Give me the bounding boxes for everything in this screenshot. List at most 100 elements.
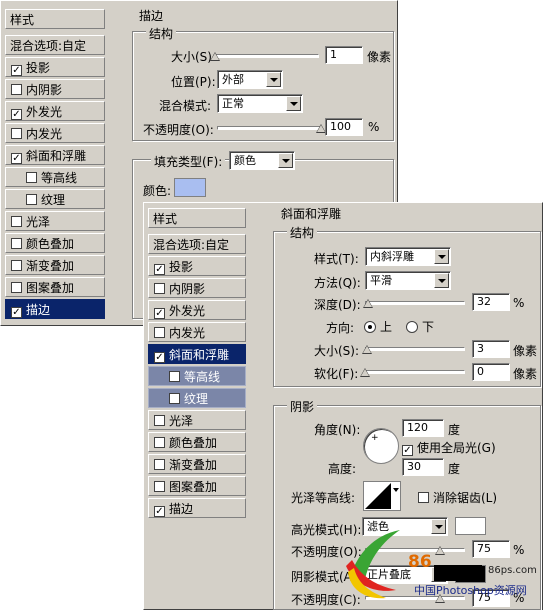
style-item[interactable]: ✓ 外发光 [148,300,246,320]
style-item[interactable]: ✓ 投影 [148,256,246,276]
stroke-size-slider[interactable] [210,49,319,63]
radio-button-icon [406,321,418,333]
style-item[interactable]: 等高线 [148,366,246,386]
slider-thumb[interactable] [360,368,370,377]
bevel-section-title: 斜面和浮雕 [281,207,342,221]
slider-thumb[interactable] [362,345,372,354]
style-item[interactable]: ✓ 斜面和浮雕 [5,145,105,165]
bevel-method-select[interactable]: 平滑 [365,271,451,290]
stroke-opacity-input[interactable]: 100 [325,118,363,136]
checkbox-icon[interactable] [11,128,22,139]
style-item[interactable]: 渐变叠加 [5,255,105,275]
checkbox-icon[interactable] [154,459,165,470]
bevel-soften-slider[interactable] [360,365,465,379]
style-item[interactable]: 纹理 [148,388,246,408]
direction-down-radio[interactable]: 下 [406,318,434,335]
style-item[interactable]: ✓ 描边 [5,299,105,319]
checkbox-icon[interactable] [11,260,22,271]
checkbox-icon[interactable] [169,393,180,404]
checkbox-icon[interactable] [154,415,165,426]
checkbox-icon[interactable] [26,172,37,183]
contour-curve-icon [365,483,391,509]
bevel-size-input[interactable]: 3 [472,340,510,358]
slider-track [365,347,465,351]
stroke-blend-select[interactable]: 正常 [217,94,303,113]
angle-label: 角度(N): [314,423,361,437]
bevel-structure-title: 结构 [287,224,318,241]
checkbox-icon[interactable] [154,327,165,338]
antialias-checkbox[interactable]: 消除锯齿(L) [418,489,497,506]
style-item[interactable]: 内发光 [5,123,105,143]
checkbox-icon[interactable] [154,437,165,448]
global-light-checkbox[interactable]: ✓ 使用全局光(G) [402,439,496,456]
checkbox-icon[interactable]: ✓ [154,264,165,275]
bevel-depth-input[interactable]: 32 [472,293,510,311]
angle-input[interactable]: 120 [402,419,444,437]
style-item-label: 颜色叠加 [26,237,75,251]
chevron-down-icon[interactable] [434,249,449,264]
checkbox-icon[interactable] [11,282,22,293]
style-item-label: 等高线 [184,370,221,384]
fill-type-select[interactable]: 颜色 [229,151,295,170]
checkbox-icon[interactable]: ✓ [11,153,22,164]
checkbox-icon[interactable]: ✓ [11,65,22,76]
chevron-down-icon[interactable] [393,488,399,492]
style-item[interactable]: 光泽 [148,410,246,430]
chevron-down-icon[interactable] [286,96,301,111]
angle-unit: 度 [448,423,461,437]
stroke-position-select[interactable]: 外部 [217,70,283,89]
stroke-size-input[interactable]: 1 [325,46,363,64]
checkbox-icon[interactable] [154,481,165,492]
style-item[interactable]: 渐变叠加 [148,454,246,474]
style-item[interactable]: 内发光 [148,322,246,342]
style-item[interactable]: 图案叠加 [5,277,105,297]
style-item[interactable]: 颜色叠加 [148,432,246,452]
style-item[interactable]: 颜色叠加 [5,233,105,253]
watermark-swirl-icon [346,530,400,599]
checkbox-icon[interactable]: ✓ [154,506,165,517]
angle-dial-icon[interactable]: + [363,428,399,464]
bevel-style-select[interactable]: 内斜浮雕 [365,247,451,266]
checkbox-icon[interactable] [169,371,180,382]
radio-label: 上 [380,320,393,334]
checkbox-icon[interactable] [154,283,165,294]
style-item[interactable]: 内阴影 [5,79,105,99]
bevel-size-slider[interactable] [362,342,465,356]
slider-thumb[interactable] [363,299,373,308]
checkbox-icon[interactable]: ✓ [11,109,22,120]
watermark-brand-number: 86 [408,552,432,572]
chevron-down-icon[interactable] [434,273,449,288]
style-item[interactable]: 内阴影 [148,278,246,298]
checkbox-icon[interactable]: ✓ [11,307,22,318]
style-item-label: 内发光 [169,326,206,340]
style-item[interactable]: ✓ 描边 [148,498,246,518]
style-item[interactable]: ✓ 斜面和浮雕 [148,344,246,364]
style-item[interactable]: 纹理 [5,189,105,209]
style-item[interactable]: ✓ 投影 [5,57,105,77]
direction-up-radio[interactable]: 上 [364,318,392,335]
bevel-soften-input[interactable]: 0 [472,363,510,381]
blend-options-item[interactable]: 混合选项:自定 [5,35,105,55]
bevel-depth-slider[interactable] [363,296,465,310]
style-item[interactable]: 光泽 [5,211,105,231]
styles-header[interactable]: 样式 [148,208,246,228]
style-item-label: 图案叠加 [169,480,218,494]
checkbox-icon[interactable] [11,84,22,95]
checkbox-icon[interactable] [11,216,22,227]
stroke-opacity-slider[interactable] [217,121,326,135]
chevron-down-icon[interactable] [278,153,293,168]
checkbox-icon[interactable] [26,194,37,205]
slider-thumb[interactable] [210,52,220,61]
style-item[interactable]: ✓ 外发光 [5,101,105,121]
gloss-contour-picker[interactable] [363,481,401,511]
altitude-input[interactable]: 30 [402,458,444,476]
stroke-color-swatch[interactable] [174,178,206,197]
checkbox-icon[interactable]: ✓ [154,308,165,319]
styles-header[interactable]: 样式 [5,9,105,29]
style-item[interactable]: 图案叠加 [148,476,246,496]
blend-options-item[interactable]: 混合选项:自定 [148,234,246,254]
checkbox-icon[interactable]: ✓ [154,352,165,363]
chevron-down-icon[interactable] [266,72,281,87]
checkbox-icon[interactable] [11,238,22,249]
style-item[interactable]: 等高线 [5,167,105,187]
